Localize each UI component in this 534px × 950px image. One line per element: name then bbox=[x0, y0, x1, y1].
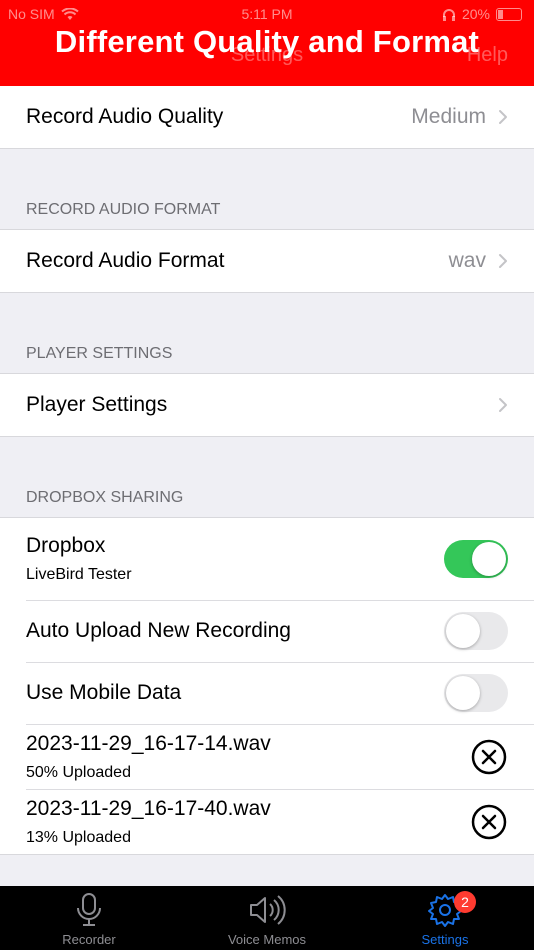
toggle-knob bbox=[446, 676, 480, 710]
tab-settings[interactable]: 2 Settings bbox=[356, 886, 534, 950]
microphone-icon bbox=[77, 893, 101, 926]
dropbox-row: Dropbox LiveBird Tester bbox=[0, 518, 534, 600]
dropbox-account: LiveBird Tester bbox=[26, 566, 132, 583]
tab-label: Recorder bbox=[62, 932, 116, 947]
speaker-icon bbox=[250, 895, 286, 925]
row-value: Medium bbox=[411, 105, 486, 128]
tab-label: Settings bbox=[421, 932, 469, 947]
mobile-data-row: Use Mobile Data bbox=[0, 662, 534, 724]
row-label: Record Audio Format bbox=[26, 249, 225, 272]
dropbox-group: Dropbox LiveBird Tester Auto Upload New … bbox=[0, 517, 534, 855]
row-label: Use Mobile Data bbox=[26, 681, 182, 704]
banner-title: Different Quality and Format bbox=[54, 24, 480, 59]
player-group: Player Settings bbox=[0, 373, 534, 437]
row-label: Record Audio Quality bbox=[26, 105, 224, 128]
tab-voice-memos[interactable]: Voice Memos bbox=[178, 886, 356, 950]
settings-list: Record Audio Quality Medium RECORD AUDIO… bbox=[0, 86, 534, 855]
record-audio-quality-row[interactable]: Record Audio Quality Medium bbox=[0, 86, 534, 148]
upload-status: 13% Uploaded bbox=[26, 828, 131, 846]
mobile-data-toggle[interactable] bbox=[444, 674, 508, 712]
upload-status: 50% Uploaded bbox=[26, 763, 131, 781]
toggle-knob bbox=[446, 614, 480, 648]
upload-text: 2023-11-29_16-17-14.wav 50% Uploaded bbox=[26, 732, 470, 782]
upload-filename: 2023-11-29_16-17-40.wav bbox=[26, 796, 271, 820]
promo-banner: No SIM 5:11 PM 20% Settings Help Differe… bbox=[0, 0, 534, 86]
format-group: Record Audio Format wav bbox=[0, 229, 534, 293]
battery-icon bbox=[496, 7, 522, 21]
cancel-upload-icon[interactable] bbox=[470, 738, 508, 776]
record-audio-format-row[interactable]: Record Audio Format wav bbox=[0, 230, 534, 292]
dropbox-toggle[interactable] bbox=[444, 540, 508, 578]
quality-group: Record Audio Quality Medium bbox=[0, 86, 534, 149]
chevron-right-icon bbox=[499, 398, 507, 412]
row-value: wav bbox=[448, 249, 486, 272]
chevron-right-icon bbox=[499, 110, 507, 124]
toggle-knob bbox=[472, 542, 506, 576]
battery-percent: 20% bbox=[461, 6, 490, 22]
auto-upload-row: Auto Upload New Recording bbox=[0, 600, 534, 662]
section-header-player: PLAYER SETTINGS bbox=[26, 345, 173, 362]
notification-badge: 2 bbox=[454, 891, 476, 913]
upload-item: 2023-11-29_16-17-14.wav 50% Uploaded bbox=[0, 724, 534, 789]
upload-filename: 2023-11-29_16-17-14.wav bbox=[26, 731, 271, 755]
section-header-format: RECORD AUDIO FORMAT bbox=[26, 201, 221, 218]
cancel-upload-icon[interactable] bbox=[470, 803, 508, 841]
upload-item: 2023-11-29_16-17-40.wav 13% Uploaded bbox=[0, 789, 534, 854]
row-label: Player Settings bbox=[26, 393, 168, 416]
dropbox-text: Dropbox LiveBird Tester bbox=[26, 534, 444, 584]
chevron-right-icon bbox=[499, 254, 507, 268]
upload-text: 2023-11-29_16-17-40.wav 13% Uploaded bbox=[26, 797, 470, 847]
dropbox-label: Dropbox bbox=[26, 534, 106, 557]
tab-label: Voice Memos bbox=[227, 932, 307, 947]
player-settings-row[interactable]: Player Settings bbox=[0, 374, 534, 436]
row-label: Auto Upload New Recording bbox=[26, 619, 291, 642]
tab-bar: Recorder Voice Memos 2 Settings bbox=[0, 886, 534, 950]
auto-upload-toggle[interactable] bbox=[444, 612, 508, 650]
headphones-icon bbox=[442, 8, 455, 21]
section-header-dropbox: DROPBOX SHARING bbox=[26, 489, 184, 506]
tab-recorder[interactable]: Recorder bbox=[0, 886, 178, 950]
